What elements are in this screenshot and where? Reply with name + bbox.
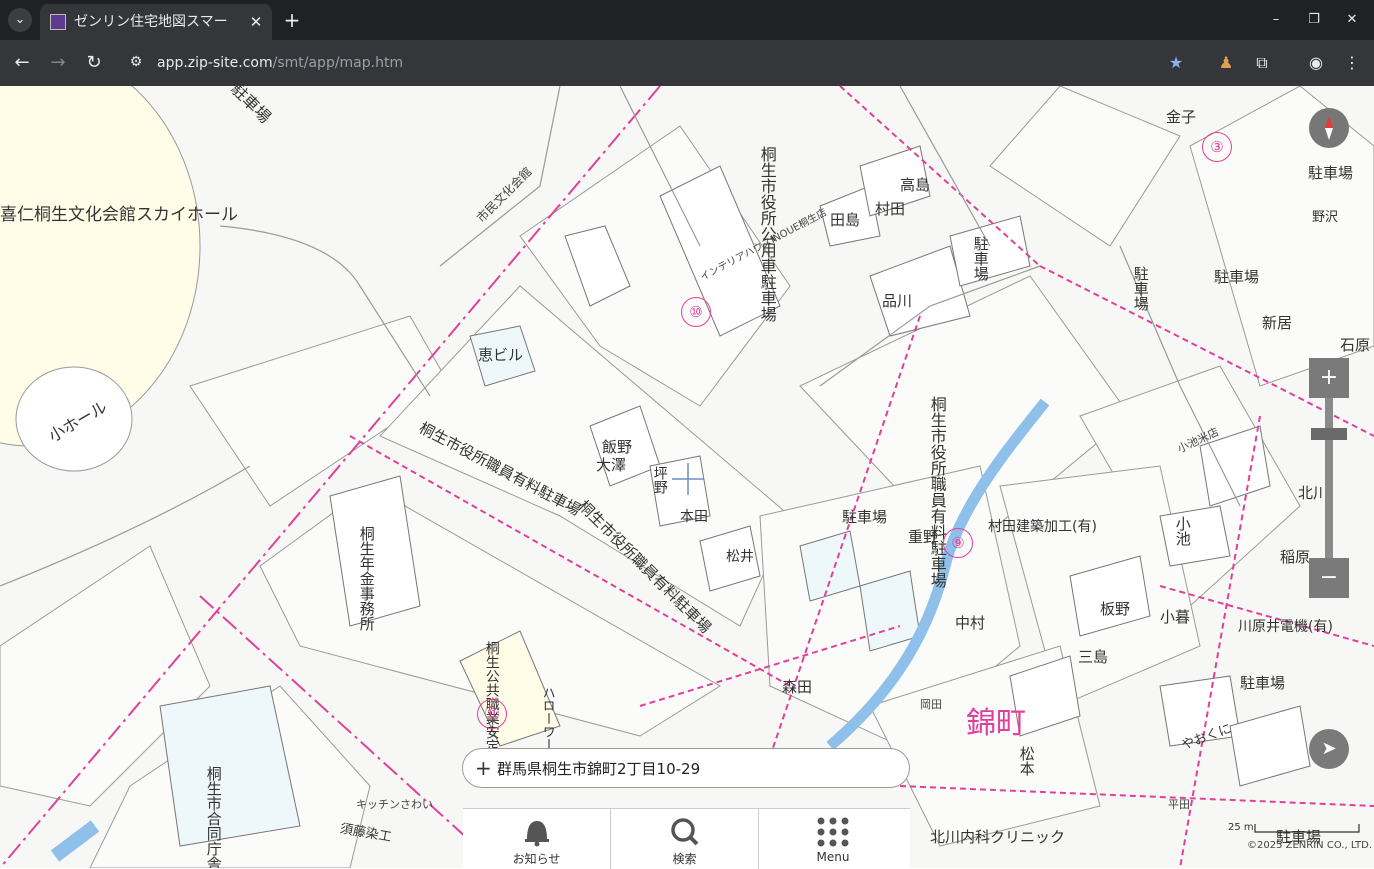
zoom-out-button[interactable]: −	[1309, 558, 1349, 598]
parking-label: 駐車場	[1214, 268, 1260, 286]
workers-parking-3: 桐生市役所職員有料駐車場	[927, 396, 947, 588]
address-field[interactable]: app.zip-site.com/smt/app/map.htm	[157, 53, 403, 73]
restore-icon[interactable]: ❐	[1302, 8, 1326, 32]
building-label: キッチンさわい	[356, 798, 433, 811]
building-label: 中村	[955, 614, 986, 632]
zoom-slider[interactable]	[1325, 398, 1333, 558]
extensions-icon[interactable]: ⧉	[1250, 51, 1274, 75]
bottom-nav: お知らせ 検索 Menu	[463, 808, 910, 869]
area-marker: ③	[1202, 132, 1232, 162]
building-label: 高島	[900, 176, 931, 194]
building-label: 小暮	[1160, 608, 1191, 626]
copyright-text: ©2025 ZENRIN CO., LTD.	[1247, 840, 1372, 851]
window-close-icon[interactable]: ✕	[1340, 8, 1364, 32]
zoom-in-button[interactable]: +	[1309, 358, 1349, 398]
star-icon[interactable]: ★	[1164, 51, 1188, 75]
profile-icon[interactable]: ◉	[1304, 51, 1328, 75]
close-icon[interactable]: ✕	[246, 12, 266, 32]
compass-icon[interactable]	[1309, 108, 1349, 148]
building-label: 小池	[1173, 516, 1192, 546]
building-label: 野沢	[1312, 210, 1339, 225]
tab-title: ゼンリン住宅地図スマー	[74, 14, 228, 30]
parking-label: 駐車場	[842, 508, 888, 526]
url-path: /smt/app/map.htm	[272, 55, 404, 71]
search-icon	[671, 818, 699, 846]
forward-icon[interactable]: →	[46, 51, 70, 75]
parking-label: 駐車場	[1131, 266, 1150, 311]
building-label: 三島	[1078, 648, 1109, 666]
url-host: app.zip-site.com	[157, 55, 273, 71]
building-label: 村田建築加工(有)	[988, 519, 1097, 535]
building-label: 松井	[726, 549, 754, 565]
browser-tab-strip: ⌄ ゼンリン住宅地図スマー ✕ + – ❐ ✕	[0, 0, 1374, 40]
building-label: 平田	[1168, 798, 1190, 811]
building-label: 村田	[875, 200, 906, 218]
building-label: 森田	[782, 678, 813, 696]
pension-office-label: 桐生年金事務所	[357, 526, 376, 631]
scale-label: 25 m	[1228, 822, 1254, 833]
building-label: 恵ビル	[478, 346, 524, 364]
building-label: 板野	[1100, 600, 1131, 618]
new-tab-icon[interactable]: +	[282, 8, 302, 32]
building-label: 坪野	[651, 466, 668, 494]
building-label: 北川	[1298, 484, 1329, 502]
building-label: 田島	[830, 211, 861, 229]
building-label: 石原	[1340, 336, 1371, 354]
area-marker: ⑩	[681, 297, 711, 327]
back-icon[interactable]: ←	[10, 51, 34, 75]
building-label: 松本	[1017, 746, 1036, 776]
district-label: 錦町	[966, 706, 1026, 741]
building-label: 金子	[1166, 108, 1197, 126]
extension-agent-icon[interactable]: ♟	[1214, 51, 1238, 75]
site-settings-icon[interactable]: ⚙	[126, 52, 146, 72]
grid-menu-icon	[817, 817, 849, 847]
reload-icon[interactable]: ↻	[82, 51, 106, 75]
menu-button[interactable]: Menu	[759, 809, 907, 869]
notice-label: お知らせ	[512, 852, 561, 866]
parking-label: 駐車場	[1308, 164, 1354, 182]
building-label: 川原井電機(有)	[1238, 619, 1333, 635]
building-label: 重野	[908, 528, 939, 546]
building-label: 本田	[680, 509, 708, 525]
parking-label: 駐車場	[1240, 674, 1286, 692]
building-label: 稲原	[1280, 548, 1311, 566]
favicon-icon	[50, 14, 66, 30]
address-display[interactable]: + 群馬県桐生市錦町2丁目10-29	[462, 748, 910, 788]
joint-building-label: 桐生市合同庁舎	[204, 766, 223, 868]
building-label: 新居	[1262, 314, 1293, 332]
locate-icon[interactable]: ➤	[1309, 729, 1349, 769]
clinic-label: 北川内科クリニック	[930, 828, 1066, 846]
crosshair-icon: +	[475, 756, 492, 780]
browser-toolbar: ← → ↻ ⚙ app.zip-site.com/smt/app/map.htm…	[0, 40, 1374, 86]
hall-label: 喜仁桐生文化会館スカイホール	[0, 205, 238, 225]
tab-list-icon[interactable]: ⌄	[8, 8, 32, 32]
area-marker: ⑪	[477, 699, 507, 729]
menu-icon[interactable]: ⋮	[1340, 51, 1364, 75]
minimize-icon[interactable]: –	[1264, 8, 1288, 32]
address-text: 群馬県桐生市錦町2丁目10-29	[497, 760, 701, 778]
search-button[interactable]: 検索	[611, 809, 759, 869]
area-marker: ⑨	[943, 528, 973, 558]
search-label: 検索	[672, 852, 697, 866]
building-label: 岡田	[920, 698, 942, 711]
browser-tab[interactable]: ゼンリン住宅地図スマー ✕	[40, 4, 272, 40]
parking-label: 駐車場	[971, 236, 990, 281]
bell-icon	[525, 821, 549, 847]
building-label: 大澤	[596, 456, 627, 474]
zoom-slider-thumb[interactable]	[1311, 428, 1347, 440]
notice-button[interactable]: お知らせ	[463, 809, 611, 869]
building-label: 品川	[882, 292, 913, 310]
menu-label: Menu	[816, 850, 850, 864]
scale-bar: 25 m	[1228, 822, 1368, 836]
